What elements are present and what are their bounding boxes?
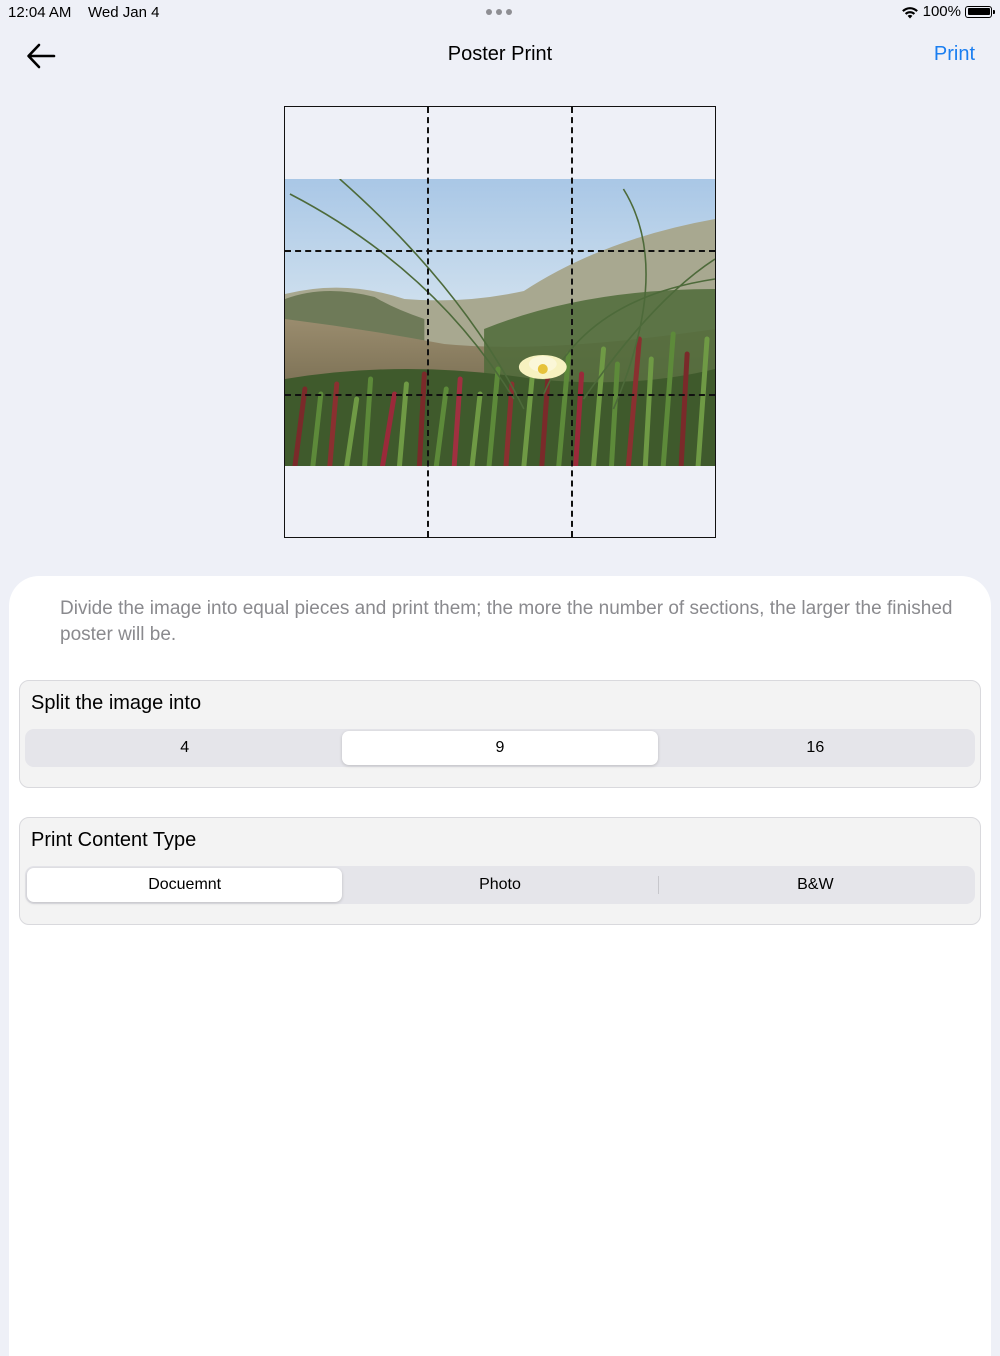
status-time: 12:04 AM <box>8 4 72 21</box>
split-option-9[interactable]: 9 <box>342 731 658 765</box>
poster-preview <box>284 106 716 538</box>
options-sheet: Divide the image into equal pieces and p… <box>9 576 991 1356</box>
page-title: Poster Print <box>447 43 553 65</box>
description-text: Divide the image into equal pieces and p… <box>60 598 953 645</box>
battery-icon <box>965 5 995 18</box>
grid-line <box>285 250 715 252</box>
wifi-icon <box>901 6 918 18</box>
content-type-photo[interactable]: Photo <box>342 868 657 902</box>
poster-photo <box>285 179 715 466</box>
split-section: Split the image into 4 9 16 <box>19 680 981 788</box>
split-option-16[interactable]: 16 <box>658 731 973 765</box>
multitasking-dots-icon[interactable] <box>486 9 512 15</box>
status-bar: 12:04 AM Wed Jan 4 100% <box>0 0 1000 26</box>
content-type-segmented-control: Docuemnt Photo B&W <box>25 866 975 904</box>
split-segmented-control: 4 9 16 <box>25 729 975 767</box>
grid-line <box>285 394 715 396</box>
content-type-section: Print Content Type Docuemnt Photo B&W <box>19 817 981 925</box>
content-type-title: Print Content Type <box>31 829 197 851</box>
split-title: Split the image into <box>31 692 202 714</box>
split-option-4[interactable]: 4 <box>27 731 342 765</box>
status-date: Wed Jan 4 <box>88 4 160 21</box>
status-indicators: 100% <box>901 3 995 20</box>
content-type-bw[interactable]: B&W <box>657 868 973 902</box>
grid-line <box>427 107 429 537</box>
grid-line <box>571 107 573 537</box>
flower <box>518 355 567 379</box>
battery-percent: 100% <box>922 3 961 20</box>
content-type-document[interactable]: Docuemnt <box>27 868 343 902</box>
print-button[interactable]: Print <box>934 43 975 66</box>
